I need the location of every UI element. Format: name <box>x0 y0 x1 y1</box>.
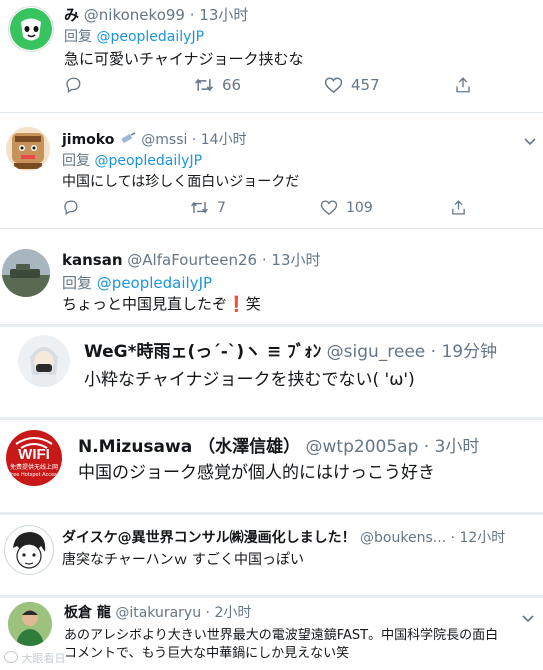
timestamp[interactable]: 14小时 <box>201 132 247 148</box>
exclamation-emoji: ❗ <box>227 295 246 313</box>
avatar-wifi-text: WIFI <box>18 446 50 463</box>
tweet-4[interactable]: WeG*時雨ェ(っ´-`)ヽ ≡ ﾌﾞｫﾝ @sigu_reee · 19分钟 … <box>0 327 543 417</box>
timestamp[interactable]: 13小时 <box>199 6 248 24</box>
display-name[interactable]: ダイスケ@異世界コンサル㈱漫画化しました！ <box>62 530 356 546</box>
watermark-text: 大眼看日 <box>21 652 66 665</box>
handle[interactable]: @mssi <box>141 132 187 148</box>
tweet-text-line-1: あのアレシボより大きい世界最大の電波望遠鏡FAST。中国科学院長の面白 <box>64 628 499 643</box>
tweet-3[interactable]: kansan @AlfaFourteen26 · 13小时 回复 @people… <box>0 229 543 324</box>
tweet-text: 中国にしては珍しく面白いジョークだ <box>62 174 300 190</box>
heart-icon <box>320 200 338 216</box>
handle[interactable]: @sigu_reee <box>327 342 426 362</box>
retweet-icon <box>195 78 213 92</box>
dot-separator: · <box>430 342 437 362</box>
avatar[interactable] <box>4 525 54 575</box>
display-name[interactable]: N.Mizusawa （水澤信雄） <box>78 437 300 457</box>
dot-separator: · <box>423 437 430 457</box>
retweet-button[interactable]: 7 <box>190 199 320 216</box>
reply-prefix: 回复 <box>62 153 90 169</box>
retweet-count: 66 <box>222 76 242 94</box>
avatar-subtext: 免费提供无线上网 <box>9 464 58 471</box>
timestamp[interactable]: 3小时 <box>435 437 480 457</box>
tweet-text-line-2: コメントで、もう巨大な中華鍋にしか見えない笑 <box>64 646 350 661</box>
share-icon <box>452 200 465 215</box>
avatar[interactable] <box>2 249 50 297</box>
reply-icon <box>64 200 78 216</box>
retweet-count: 7 <box>217 199 226 216</box>
tweet-7[interactable]: 板倉 龍 @itakuraryu · 2小时 あのアレシボより大きい世界最大の電… <box>0 598 543 670</box>
retweet-button[interactable]: 66 <box>194 76 324 94</box>
avatar-subtext-en: Free Hotspot Access <box>8 472 60 478</box>
timestamp[interactable]: 2小时 <box>214 605 251 621</box>
avatar[interactable] <box>18 335 70 387</box>
reply-context: 回复 @peopledailyJP <box>62 272 212 293</box>
tweet-actions: 7 109 <box>62 199 502 216</box>
share-icon <box>456 77 470 93</box>
dot-separator: · <box>261 251 267 269</box>
dot-separator: · <box>450 530 456 546</box>
reply-prefix: 回复 <box>64 29 92 45</box>
display-name[interactable]: み <box>64 6 79 24</box>
mention-link[interactable]: @peopledailyJP <box>97 274 212 292</box>
timestamp[interactable]: 13小时 <box>271 251 320 269</box>
chevron-down-icon[interactable] <box>522 608 534 627</box>
tweet-1[interactable]: み @nikoneko99 · 13小时 回复 @peopledailyJP 急… <box>0 0 543 112</box>
dot-separator: · <box>191 132 197 148</box>
display-name[interactable]: jimoko <box>62 132 114 148</box>
tweet-2[interactable]: jimoko @mssi · 14小时 回复 @peopledailyJP 中国… <box>0 113 543 228</box>
handle[interactable]: @boukens... <box>360 530 446 546</box>
display-name[interactable]: 板倉 龍 <box>64 605 111 621</box>
reply-context: 回复 @peopledailyJP <box>62 150 202 170</box>
tweet-text: ちょっと中国見直したぞ❗笑 <box>62 293 261 314</box>
like-button[interactable]: 457 <box>324 76 454 94</box>
display-name[interactable]: kansan <box>62 251 123 269</box>
share-button[interactable] <box>454 76 472 94</box>
like-count: 457 <box>351 76 380 94</box>
tweet-text: 急に可愛いチャイナジョーク挟むな <box>64 50 304 68</box>
dot-separator: · <box>205 605 210 621</box>
syringe-icon <box>121 132 136 143</box>
avatar[interactable] <box>8 602 52 646</box>
tweet-text-main: ちょっと中国見直したぞ <box>62 295 228 313</box>
heart-icon <box>324 77 343 94</box>
avatar[interactable]: WIFI 免费提供无线上网 Free Hotspot Access <box>6 430 62 486</box>
share-button[interactable] <box>450 199 467 216</box>
retweet-icon <box>191 201 208 214</box>
tweet-actions: 66 457 <box>64 76 504 94</box>
tweet-5[interactable]: WIFI 免费提供无线上网 Free Hotspot Access N.Mizu… <box>0 420 543 512</box>
reply-icon <box>66 77 81 94</box>
avatar[interactable] <box>6 127 50 171</box>
tweet-text: 唐突なチャーハンｗ すごく中国っぽい <box>62 552 305 568</box>
reply-button[interactable] <box>62 199 190 216</box>
reply-button[interactable] <box>64 76 194 94</box>
tweet-text-end: 笑 <box>245 295 261 313</box>
like-button[interactable]: 109 <box>320 199 450 216</box>
timestamp[interactable]: 12小时 <box>459 530 505 546</box>
handle[interactable]: @itakuraryu <box>115 605 201 621</box>
timestamp[interactable]: 19分钟 <box>441 342 497 362</box>
mention-link[interactable]: @peopledailyJP <box>96 29 204 45</box>
like-count: 109 <box>346 199 373 216</box>
handle[interactable]: @wtp2005ap <box>306 437 419 457</box>
dot-separator: · <box>189 6 195 24</box>
tweet-text: 中国のジョーク感覚が個人的にはけっこう好き <box>78 463 435 483</box>
tweet-6[interactable]: ダイスケ@異世界コンサル㈱漫画化しました！ @boukens... · 12小时… <box>0 515 543 595</box>
tweet-text: 小粋なチャイナジョークを挟むでない( 'ω') <box>84 370 415 390</box>
handle[interactable]: @nikoneko99 <box>84 6 185 24</box>
reply-prefix: 回复 <box>62 274 93 292</box>
avatar[interactable] <box>8 6 54 52</box>
reply-context: 回复 @peopledailyJP <box>64 26 204 46</box>
chevron-down-icon[interactable] <box>524 131 536 150</box>
weibo-icon <box>4 651 18 663</box>
handle[interactable]: @AlfaFourteen26 <box>127 251 257 269</box>
mention-link[interactable]: @peopledailyJP <box>94 153 202 169</box>
display-name[interactable]: WeG*時雨ェ(っ´-`)ヽ ≡ ﾌﾞｫﾝ <box>84 342 321 362</box>
watermark: 大眼看日 <box>4 650 66 666</box>
